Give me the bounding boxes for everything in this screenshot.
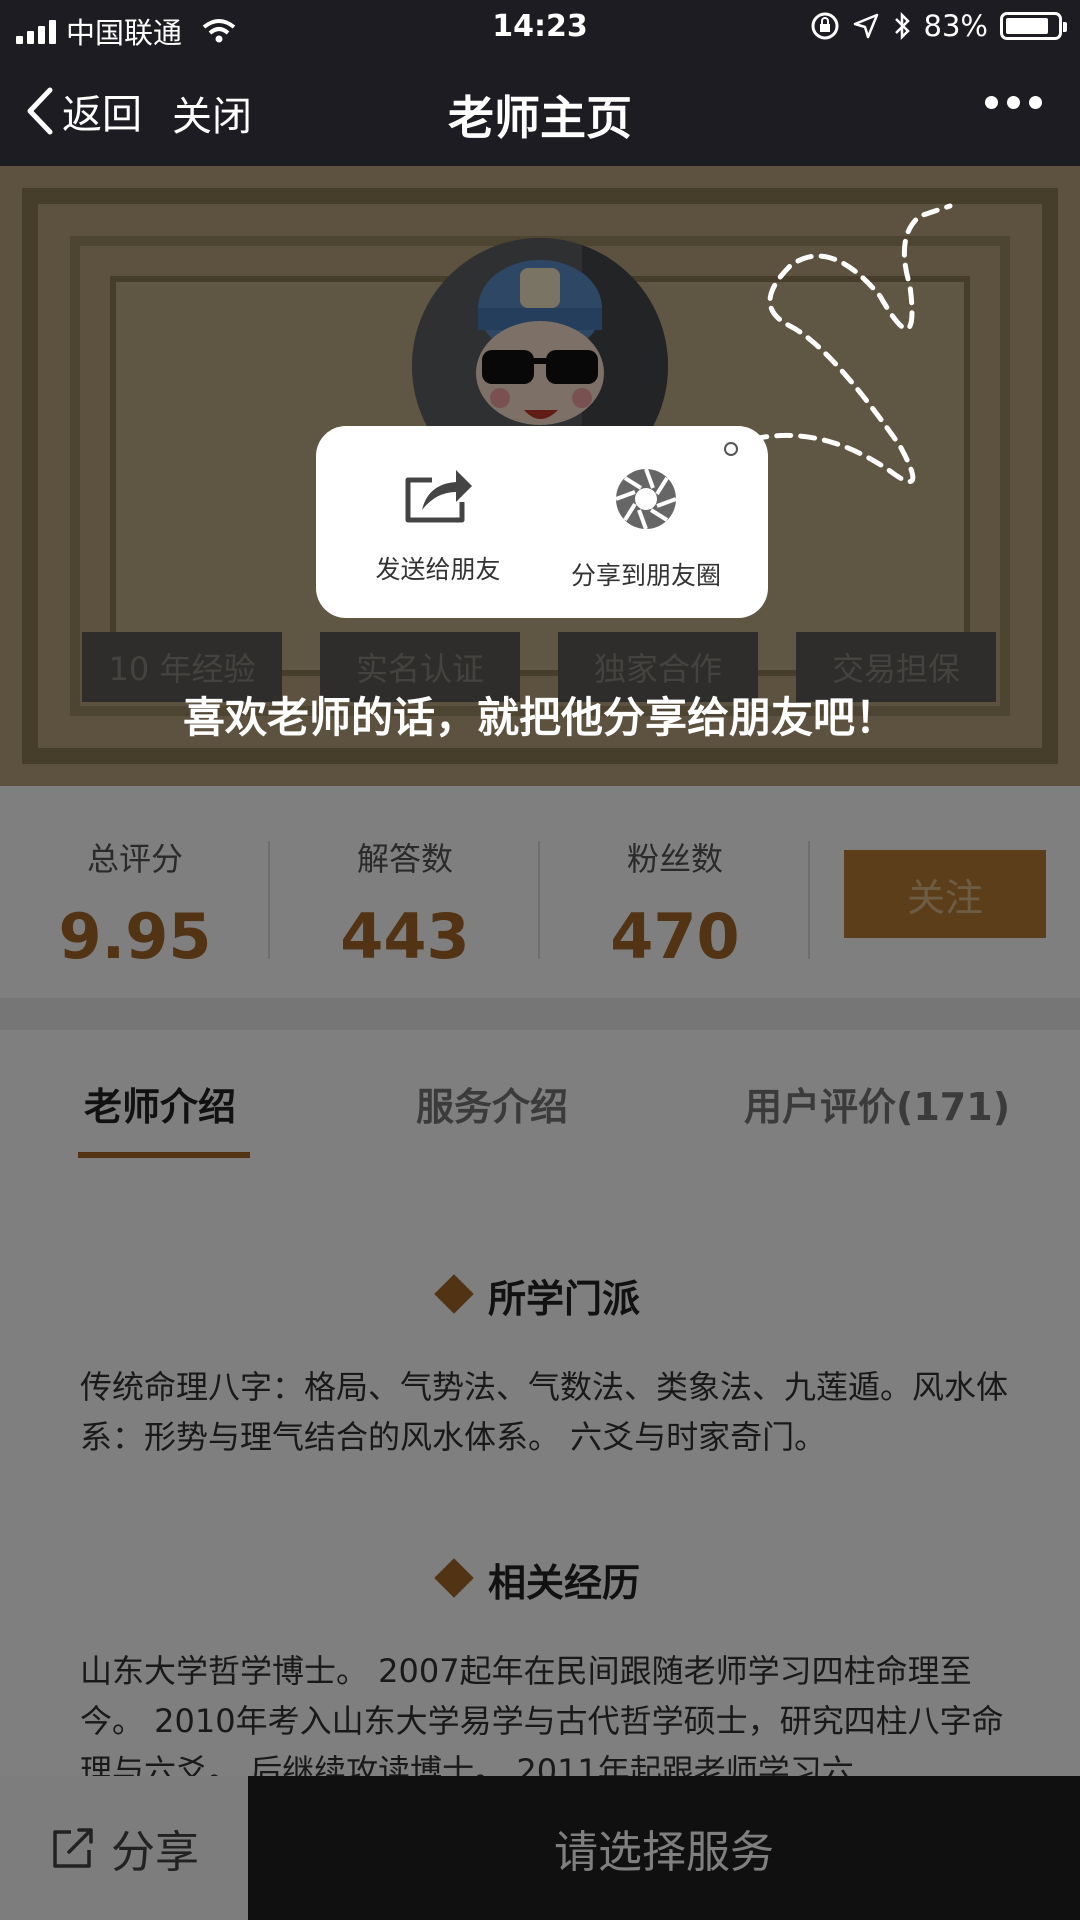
send-to-friend-option[interactable]: 发送给朋友 — [338, 466, 538, 586]
more-button[interactable] — [985, 96, 1042, 109]
nav-bar: 返回 关闭 老师主页 — [0, 54, 1080, 166]
status-bar: 中国联通 14:23 83% — [0, 0, 1080, 54]
location-icon — [853, 13, 878, 39]
battery-fill — [1006, 18, 1048, 34]
share-to-moments-option[interactable]: 分享到朋友圈 — [546, 466, 746, 592]
battery-icon — [1000, 12, 1067, 40]
bluetooth-icon — [894, 11, 910, 41]
page-title: 老师主页 — [448, 91, 632, 145]
more-dot — [1029, 96, 1042, 109]
share-hint-text: 喜欢老师的话，就把他分享给朋友吧！ — [182, 693, 897, 742]
rotation-lock-icon — [811, 12, 839, 40]
more-dot — [985, 96, 998, 109]
forward-icon — [405, 470, 472, 523]
share-popup: 发送给朋友 分享到朋友圈 — [316, 426, 768, 618]
popup-dot-icon — [724, 442, 738, 456]
moments-icon — [615, 468, 677, 530]
battery-percent: 83% — [923, 9, 988, 43]
send-to-friend-label: 发送给朋友 — [375, 555, 501, 584]
share-to-moments-label: 分享到朋友圈 — [570, 561, 721, 590]
more-dot — [1007, 96, 1020, 109]
